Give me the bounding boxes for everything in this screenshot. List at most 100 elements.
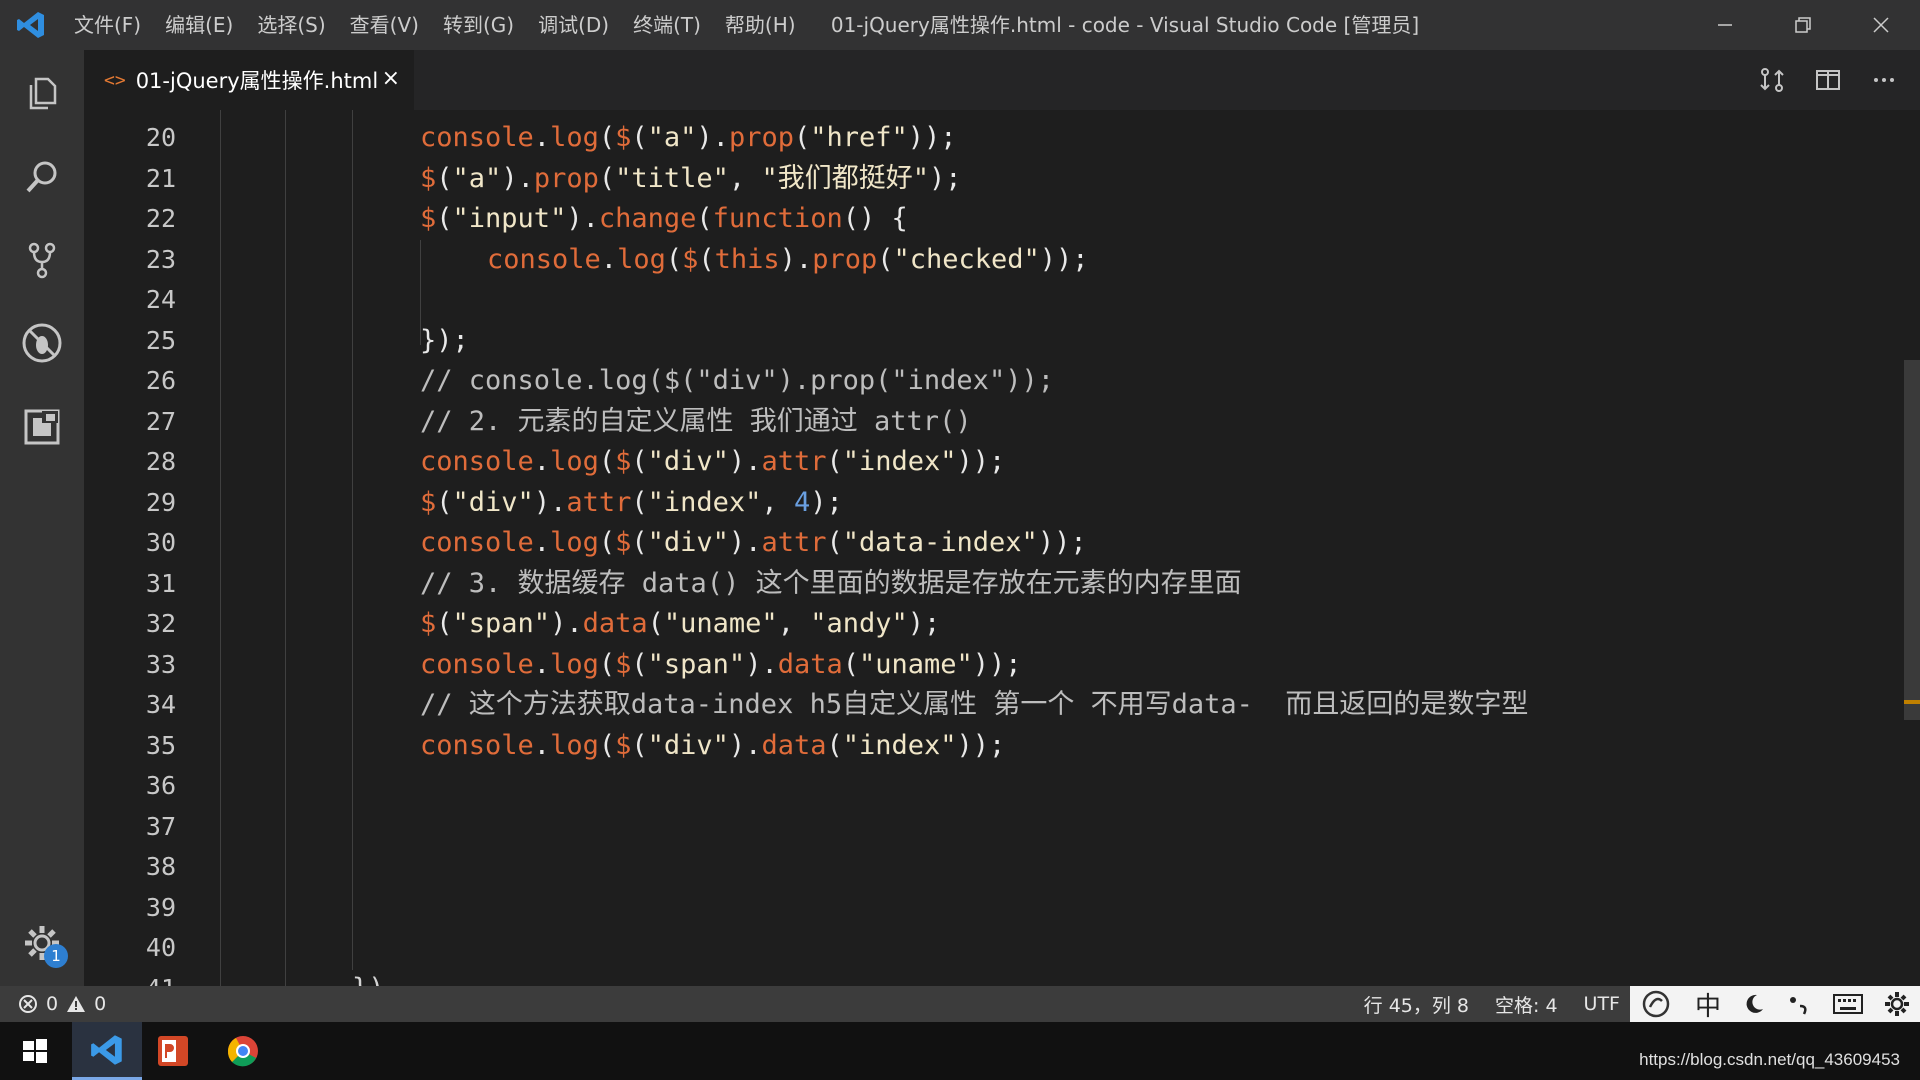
minimize-icon [1718, 24, 1732, 26]
search-button[interactable] [0, 142, 84, 212]
code-text: }) [352, 969, 385, 987]
code-text: console.log($("div").attr("index")); [420, 446, 1006, 477]
more-actions-button[interactable] [1856, 50, 1912, 110]
tab-close-icon[interactable]: × [382, 66, 400, 91]
close-icon [1873, 17, 1889, 33]
warning-icon [67, 996, 86, 1012]
watermark-url: https://blog.csdn.net/qq_43609453 [1639, 1050, 1900, 1069]
ime-language[interactable]: 中 [1695, 986, 1721, 1023]
problems-indicator[interactable]: 0 0 [18, 986, 106, 1022]
title-bar: 文件(F) 编辑(E) 选择(S) 查看(V) 转到(G) 调试(D) 终端(T… [0, 0, 1920, 50]
line-number: 35 [145, 730, 176, 760]
close-window-button[interactable] [1842, 0, 1920, 50]
code-text: console.log($(this).prop("checked")); [487, 243, 1089, 275]
ime-settings-icon[interactable] [1884, 991, 1910, 1017]
minimize-button[interactable] [1686, 0, 1764, 50]
encoding[interactable]: UTF [1584, 993, 1620, 1015]
explorer-button[interactable] [0, 58, 84, 128]
menu-edit[interactable]: 编辑(E) [153, 0, 245, 50]
line-number: 31 [145, 568, 176, 598]
menu-terminal[interactable]: 终端(T) [621, 0, 713, 50]
taskbar-chrome[interactable] [208, 1022, 278, 1080]
code-line: 35 console.log($("div").data("index")); [84, 726, 1920, 767]
code-line: 27 // 2. 元素的自定义属性 我们通过 attr() [84, 402, 1920, 443]
activity-bar: 1 [0, 50, 84, 986]
menu-selection[interactable]: 选择(S) [245, 0, 337, 50]
code-comment: // 2. 元素的自定义属性 我们通过 attr() [420, 405, 972, 437]
code-line: 28 console.log($("div").attr("index")); [84, 442, 1920, 483]
menu-go[interactable]: 转到(G) [431, 0, 526, 50]
line-number: 38 [145, 852, 176, 881]
punctuation-icon[interactable] [1786, 992, 1812, 1016]
line-number: 26 [145, 366, 176, 395]
code-text: }); [420, 324, 469, 356]
code-line: 39 [84, 888, 1920, 929]
windows-logo-icon [23, 1039, 47, 1063]
line-number: 20 [145, 123, 176, 152]
tab-active-file[interactable]: <> 01-jQuery属性操作.html × [84, 50, 414, 110]
code-text: console.log($("span").data("uname")); [420, 648, 1022, 680]
taskbar: https://blog.csdn.net/qq_43609453 [0, 1022, 1920, 1080]
window-controls [1686, 0, 1920, 50]
chrome-icon [227, 1036, 258, 1067]
moon-icon[interactable] [1742, 992, 1766, 1016]
warning-count: 0 [94, 993, 107, 1015]
cursor-position[interactable]: 行 45，列 8 [1364, 991, 1469, 1018]
code-line: 23 console.log($(this).prop("checked")); [84, 240, 1920, 281]
search-icon [26, 161, 57, 193]
tab-label: 01-jQuery属性操作.html [135, 69, 379, 93]
code-text: console.log($("div").data("index")); [420, 729, 1006, 761]
ime-logo-icon[interactable] [1640, 989, 1674, 1019]
line-number: 40 [145, 933, 176, 962]
keyboard-icon[interactable] [1832, 993, 1863, 1015]
restore-button[interactable] [1764, 0, 1842, 50]
menu-bar: 文件(F) 编辑(E) 选择(S) 查看(V) 转到(G) 调试(D) 终端(T… [62, 0, 808, 50]
menu-help[interactable]: 帮助(H) [713, 0, 808, 50]
line-number: 30 [145, 528, 176, 557]
line-number: 32 [145, 609, 176, 638]
code-line: 33 console.log($("span").data("uname")); [84, 645, 1920, 686]
debug-icon [22, 323, 62, 363]
editor-actions [1744, 50, 1912, 110]
start-button[interactable] [0, 1022, 70, 1080]
scrollbar-thumb[interactable] [1904, 360, 1920, 720]
code-line: 36 [84, 766, 1920, 807]
open-changes-button[interactable] [1744, 50, 1800, 110]
menu-debug[interactable]: 调试(D) [526, 0, 621, 50]
line-number: 41 [84, 969, 176, 987]
files-icon [29, 77, 57, 110]
code-comment: // 3. 数据缓存 data() 这个里面的数据是存放在元素的内存里面 [420, 567, 1242, 599]
code-text: $("span").data("uname", "andy"); [420, 608, 941, 639]
code-line: 38 [84, 847, 1920, 888]
line-number: 22 [145, 204, 176, 233]
compare-changes-icon [1760, 68, 1784, 92]
scrollbar-marker [1904, 700, 1920, 704]
extensions-button[interactable] [0, 392, 84, 462]
taskbar-powerpoint[interactable] [138, 1022, 208, 1080]
code-line: 30 console.log($("div").attr("data-index… [84, 523, 1920, 564]
code-line: 25 }); [84, 321, 1920, 362]
debug-button[interactable] [0, 308, 84, 378]
error-icon [19, 995, 37, 1013]
code-line: 24 [84, 280, 1920, 321]
status-bar: 0 0 行 45，列 8 空格: 4 UTF 中 [0, 986, 1920, 1022]
indentation[interactable]: 空格: 4 [1495, 991, 1558, 1018]
code-text: console.log($("div").attr("data-index"))… [420, 527, 1087, 558]
code-line: 41 }) [84, 969, 1920, 987]
source-control-icon [28, 242, 56, 279]
update-badge: 1 [44, 944, 68, 968]
source-control-button[interactable] [0, 225, 84, 295]
menu-file[interactable]: 文件(F) [62, 0, 153, 50]
code-line: 26 // console.log($("div").prop("index")… [84, 361, 1920, 402]
editor-scrollbar[interactable] [1902, 110, 1920, 986]
ime-toolbar: 中 [1630, 986, 1920, 1022]
code-editor[interactable]: 20 console.log($("a").prop("href")); 21 … [84, 110, 1920, 986]
line-number: 23 [145, 244, 176, 274]
vscode-icon [91, 1034, 122, 1065]
code-line: 40 [84, 928, 1920, 969]
manage-button[interactable]: 1 [0, 908, 84, 978]
menu-view[interactable]: 查看(V) [338, 0, 431, 50]
split-editor-button[interactable] [1800, 50, 1856, 110]
taskbar-vscode[interactable] [72, 1022, 142, 1080]
code-text: console.log($("a").prop("href")); [420, 122, 957, 153]
